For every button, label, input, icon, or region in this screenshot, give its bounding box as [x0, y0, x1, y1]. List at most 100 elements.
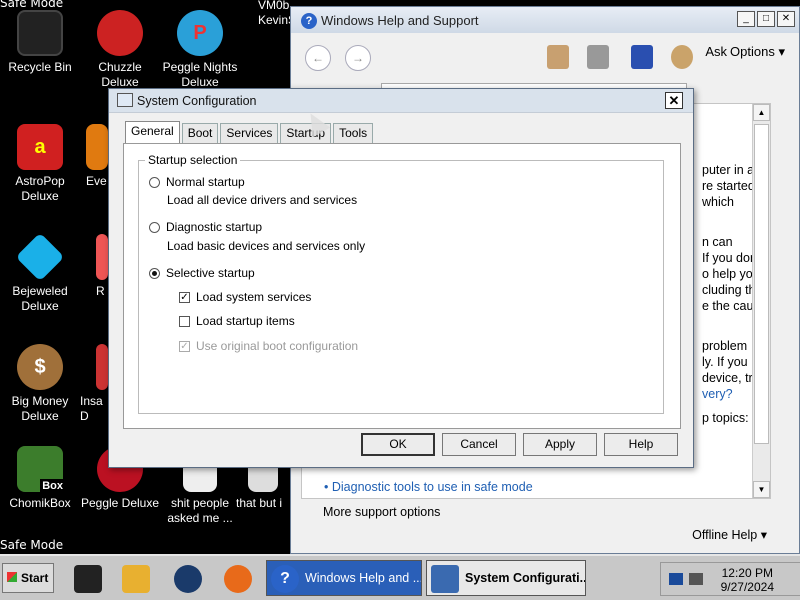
system-configuration-icon: [431, 565, 459, 593]
help-titlebar[interactable]: ? Windows Help and Support _ □ ✕: [291, 7, 799, 33]
firefox-icon[interactable]: [224, 565, 252, 593]
desktop-icon-chuzzle[interactable]: Chuzzle Deluxe: [80, 10, 160, 90]
desktop-icon-label: that but i: [236, 496, 283, 510]
dialog-title: System Configuration: [137, 94, 257, 108]
browse-help-icon[interactable]: [631, 45, 653, 69]
bullet-link-text: Diagnostic tools to use in safe mode: [331, 480, 533, 494]
bejeweled-icon: [15, 232, 65, 282]
show-desktop-icon[interactable]: [74, 565, 102, 593]
money-bag-icon: $: [17, 344, 63, 390]
desktop-icon-label: ChomikBox: [9, 496, 71, 510]
radio-icon: [149, 221, 160, 233]
desktop-icon-big-money[interactable]: $ Big Money Deluxe: [0, 344, 80, 424]
scroll-down-icon[interactable]: ▼: [753, 481, 770, 498]
vertical-scrollbar[interactable]: ▲ ▼: [752, 104, 770, 498]
scroll-up-icon[interactable]: ▲: [753, 104, 770, 121]
system-configuration-icon: [117, 93, 133, 107]
home-icon[interactable]: [547, 45, 569, 69]
ask-button[interactable]: Ask: [705, 44, 727, 59]
forward-button[interactable]: →: [345, 45, 371, 71]
checkbox-checked-icon: ✓: [179, 340, 190, 352]
desktop-icon-vm[interactable]: VM0b KevinS: [234, 0, 290, 28]
tab-services[interactable]: Services: [220, 123, 279, 143]
dialog-close-button[interactable]: ✕: [665, 92, 683, 109]
start-button[interactable]: Start: [2, 563, 54, 593]
help-button[interactable]: Help: [604, 433, 678, 456]
content-link[interactable]: very?: [702, 386, 733, 402]
network-icon[interactable]: [669, 573, 683, 585]
system-tray: 12:20 PM 9/27/2024: [660, 562, 800, 596]
content-text: re started.: [702, 179, 759, 193]
maximize-button[interactable]: □: [757, 11, 775, 27]
scroll-thumb[interactable]: [754, 124, 769, 444]
load-startup-items-label: Load startup items: [196, 314, 295, 328]
desktop-icon-label: Peggle Deluxe: [80, 496, 160, 510]
general-tab-panel: Startup selection Normal startup Load al…: [123, 143, 681, 429]
more-support-options[interactable]: More support options: [323, 505, 440, 519]
task-system-configuration[interactable]: System Configurati...: [426, 560, 586, 596]
clock-date: 9/27/2024: [720, 580, 774, 594]
system-configuration-dialog: System Configuration ✕ General Boot Serv…: [108, 88, 694, 468]
content-text: ly. If you: [702, 355, 748, 369]
group-title: Startup selection: [145, 153, 241, 167]
load-system-services-checkbox[interactable]: ✓ Load system services: [179, 290, 311, 304]
checkbox-checked-icon: ✓: [179, 291, 190, 303]
offline-help-menu[interactable]: Offline Help ▾: [692, 527, 767, 542]
cancel-button[interactable]: Cancel: [442, 433, 516, 456]
dialog-tabs: General Boot Services Startup Tools: [125, 121, 375, 143]
dialog-titlebar[interactable]: System Configuration ✕: [109, 89, 693, 113]
options-label: Options: [730, 44, 775, 59]
chevron-down-icon: ▾: [760, 528, 767, 542]
load-startup-items-checkbox[interactable]: Load startup items: [179, 314, 295, 328]
volume-icon[interactable]: [689, 573, 703, 585]
normal-startup-radio[interactable]: Normal startup: [149, 175, 245, 189]
desktop-icon-astropop[interactable]: a AstroPop Deluxe: [0, 124, 80, 204]
ok-button[interactable]: OK: [361, 433, 435, 456]
desktop-icon-label: Chuzzle Deluxe: [98, 60, 142, 89]
media-player-icon[interactable]: [122, 565, 150, 593]
options-menu[interactable]: Options ▾: [730, 44, 785, 60]
content-text: puter in a: [702, 163, 755, 177]
tab-general[interactable]: General: [125, 121, 180, 143]
clock-time: 12:20 PM: [721, 566, 773, 580]
selective-startup-radio[interactable]: Selective startup: [149, 266, 255, 280]
tab-tools[interactable]: Tools: [333, 123, 374, 143]
ask-icon[interactable]: [671, 45, 693, 69]
minimize-button[interactable]: _: [737, 11, 755, 27]
content-text: which: [702, 195, 734, 209]
close-button[interactable]: ✕: [777, 11, 795, 27]
desktop-icon-label: AstroPop Deluxe: [15, 174, 65, 203]
desktop-icon-label: Eve: [86, 174, 107, 188]
desktop-icon-chomikbox[interactable]: Box ChomikBox: [0, 446, 80, 511]
recycle-bin-icon: [17, 10, 63, 56]
safe-mode-top: Safe Mode: [0, 0, 64, 10]
chomikbox-icon: Box: [17, 446, 65, 494]
peggle-nights-icon: P: [177, 10, 223, 56]
desktop-icon-insa[interactable]: Insa D: [80, 344, 108, 424]
clock[interactable]: 12:20 PM 9/27/2024: [721, 566, 774, 594]
print-icon[interactable]: [587, 45, 609, 69]
normal-startup-desc: Load all device drivers and services: [167, 193, 358, 207]
apply-button[interactable]: Apply: [523, 433, 597, 456]
bullet-link-diagnostic-tools[interactable]: • Diagnostic tools to use in safe mode: [324, 480, 533, 494]
desktop-icon-bejeweled[interactable]: Bejeweled Deluxe: [0, 232, 80, 314]
taskbar: Start ? Windows Help and ... System Conf…: [0, 554, 800, 600]
globe-icon[interactable]: [174, 565, 202, 593]
desktop-icon-label: Bejeweled Deluxe: [12, 284, 68, 313]
desktop-icon-recycle-bin[interactable]: Recycle Bin: [0, 10, 80, 75]
normal-startup-label: Normal startup: [166, 175, 245, 189]
desktop-icon-label: shit people asked me ...: [167, 496, 233, 525]
desktop-icon-peggle-nights[interactable]: P Peggle Nights Deluxe: [160, 10, 240, 90]
chuzzle-icon: [97, 10, 143, 56]
desktop-icon-label: Big Money Deluxe: [11, 394, 69, 423]
radio-selected-icon: [149, 267, 160, 279]
tab-boot[interactable]: Boot: [181, 123, 219, 143]
diagnostic-startup-radio[interactable]: Diagnostic startup: [149, 220, 262, 234]
back-button[interactable]: ←: [305, 45, 331, 71]
task-windows-help-label: Windows Help and ...: [305, 571, 422, 585]
desktop-icon-r[interactable]: R: [96, 234, 108, 299]
desktop-icon-label: Insa D: [80, 394, 103, 423]
content-text: device, try: [702, 371, 759, 385]
task-windows-help[interactable]: ? Windows Help and ...: [266, 560, 422, 596]
desktop-icon-eve[interactable]: Eve: [86, 124, 108, 189]
